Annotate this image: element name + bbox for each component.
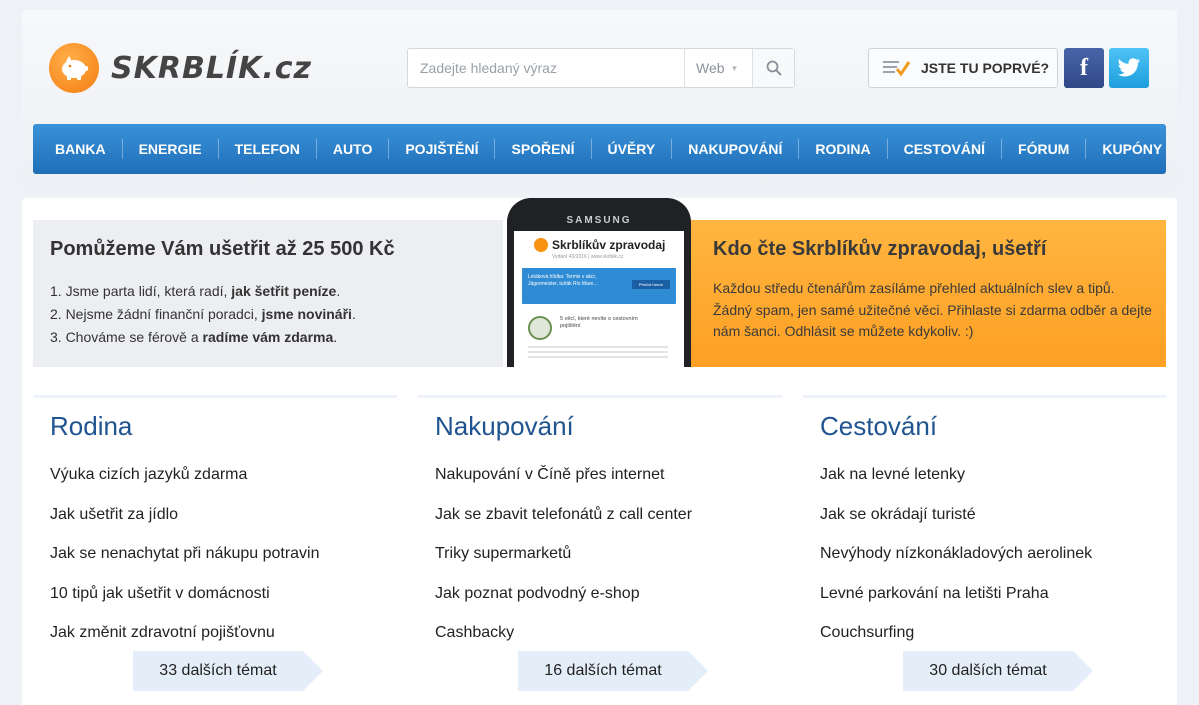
point-end: . bbox=[333, 329, 338, 345]
phone-mockup-image: SAMSUNG Skrblíkův zpravodaj Vydání 43/20… bbox=[507, 198, 691, 367]
twitter-icon bbox=[1117, 58, 1141, 77]
nav-item-auto[interactable]: AUTO bbox=[317, 139, 390, 159]
topic-link[interactable]: Levné parkování na letišti Praha bbox=[820, 574, 1167, 614]
search-icon bbox=[766, 60, 782, 76]
topic-list: Výuka cizích jazyků zdarma Jak ušetřit z… bbox=[50, 455, 397, 653]
topic-link[interactable]: Jak se okrádají turisté bbox=[820, 495, 1167, 535]
more-topics-button[interactable]: 33 dalších témat bbox=[133, 651, 323, 691]
list-item: 3. Chováme se férově a radíme vám zdarma… bbox=[50, 326, 356, 349]
newsletter-title: Skrblíkův zpravodaj bbox=[552, 238, 666, 252]
point-text: 1. Jsme parta lidí, která radí, bbox=[50, 283, 232, 299]
topic-link[interactable]: Jak na levné letenky bbox=[820, 455, 1167, 495]
point-bold: radíme vám zdarma bbox=[202, 329, 334, 345]
phone-brand: SAMSUNG bbox=[566, 215, 632, 226]
site-logo[interactable]: SKRBLÍK.cz bbox=[49, 43, 312, 93]
topic-link[interactable]: 10 tipů jak ušetřit v domácnosti bbox=[50, 574, 397, 614]
newsletter-promo-text: Každou středu čtenářům zasíláme přehled … bbox=[713, 280, 1152, 339]
topic-link[interactable]: Nevýhody nízkonákladových aerolinek bbox=[820, 534, 1167, 574]
checklist-icon bbox=[883, 61, 911, 77]
topic-list: Nakupování v Číně přes internet Jak se z… bbox=[435, 455, 782, 653]
topic-link[interactable]: Cashbacky bbox=[435, 613, 782, 653]
point-end: . bbox=[336, 283, 341, 299]
topic-link[interactable]: Jak poznat podvodný e-shop bbox=[435, 574, 782, 614]
twitter-button[interactable] bbox=[1109, 48, 1149, 88]
arrow-right-icon bbox=[1073, 651, 1093, 691]
main-nav: BANKA ENERGIE TELEFON AUTO POJIŠTĚNÍ SPO… bbox=[33, 124, 1166, 174]
list-item: 2. Nejsme žádní finanční poradci, jsme n… bbox=[50, 303, 356, 326]
newsletter-item: 5 věcí, které nevíte o cestovním pojiště… bbox=[528, 316, 684, 340]
piggy-bank-icon bbox=[534, 238, 548, 252]
topic-link[interactable]: Triky supermarketů bbox=[435, 534, 782, 574]
newsletter-subtitle: Vydání 43/2016 | www.skrblik.cz bbox=[552, 254, 624, 260]
more-topics-label: 30 dalších témat bbox=[903, 651, 1073, 691]
newsletter-item-text: 5 věcí, které nevíte o cestovním pojiště… bbox=[560, 316, 638, 329]
newsletter-promo-title: Kdo čte Skrblíkův zpravodaj, ušetří bbox=[713, 238, 1047, 260]
nav-item-uvery[interactable]: ÚVĚRY bbox=[592, 139, 673, 159]
point-end: . bbox=[351, 306, 356, 322]
nav-item-energie[interactable]: ENERGIE bbox=[123, 139, 219, 159]
search-scope-label: Web bbox=[696, 60, 725, 76]
savings-promo: Pomůžeme Vám ušetřit až 25 500 Kč 1. Jsm… bbox=[33, 220, 503, 367]
category-title[interactable]: Rodina bbox=[50, 411, 397, 442]
point-bold: jsme novináři bbox=[261, 306, 352, 322]
topic-link[interactable]: Jak ušetřit za jídlo bbox=[50, 495, 397, 535]
globe-icon bbox=[528, 316, 552, 340]
topic-link[interactable]: Výuka cizích jazyků zdarma bbox=[50, 455, 397, 495]
nav-item-cestovani[interactable]: CESTOVÁNÍ bbox=[888, 139, 1003, 159]
topic-link[interactable]: Couchsurfing bbox=[820, 613, 1167, 653]
newsletter-promo[interactable]: Kdo čte Skrblíkův zpravodaj, ušetří Každ… bbox=[687, 220, 1166, 367]
savings-points-list: 1. Jsme parta lidí, která radí, jak šetř… bbox=[50, 280, 356, 349]
point-text: 2. Nejsme žádní finanční poradci, bbox=[50, 306, 262, 322]
search-button[interactable] bbox=[752, 49, 794, 87]
topic-link[interactable]: Jak se zbavit telefonátů z call center bbox=[435, 495, 782, 535]
nav-item-forum[interactable]: FÓRUM bbox=[1002, 139, 1087, 159]
category-rodina: Rodina Výuka cizích jazyků zdarma Jak uš… bbox=[33, 395, 397, 695]
arrow-right-icon bbox=[303, 651, 323, 691]
arrow-right-icon bbox=[688, 651, 708, 691]
category-cestovani: Cestování Jak na levné letenky Jak se ok… bbox=[803, 395, 1167, 695]
text-lines bbox=[528, 346, 684, 358]
logo-text: SKRBLÍK.cz bbox=[111, 50, 312, 86]
topic-link[interactable]: Jak změnit zdravotní pojišťovnu bbox=[50, 613, 397, 653]
newsletter-banner: Letáková hlídka: Termix v akci, Jägermei… bbox=[522, 268, 676, 304]
savings-promo-title: Pomůžeme Vám ušetřit až 25 500 Kč bbox=[50, 238, 395, 260]
more-topics-button[interactable]: 30 dalších témat bbox=[903, 651, 1093, 691]
piggy-bank-icon bbox=[49, 43, 99, 93]
nav-item-telefon[interactable]: TELEFON bbox=[219, 139, 317, 159]
point-text: 3. Chováme se férově a bbox=[50, 329, 203, 345]
nav-item-pojisteni[interactable]: POJIŠTĚNÍ bbox=[389, 139, 496, 159]
first-visit-button[interactable]: JSTE TU POPRVÉ? bbox=[868, 48, 1058, 88]
facebook-icon: f bbox=[1080, 54, 1088, 81]
first-visit-label: JSTE TU POPRVÉ? bbox=[921, 60, 1050, 76]
search-input[interactable] bbox=[408, 49, 684, 87]
more-topics-label: 33 dalších témat bbox=[133, 651, 303, 691]
topic-list: Jak na levné letenky Jak se okrádají tur… bbox=[820, 455, 1167, 653]
list-item: 1. Jsme parta lidí, která radí, jak šetř… bbox=[50, 280, 356, 303]
newsletter-header: Skrblíkův zpravodaj bbox=[514, 231, 684, 252]
nav-item-sporeni[interactable]: SPOŘENÍ bbox=[495, 139, 592, 159]
banner-text: Letáková hlídka: Termix v akci, Jägermei… bbox=[528, 274, 599, 287]
category-nakupovani: Nakupování Nakupování v Číně přes intern… bbox=[418, 395, 782, 695]
site-header: SKRBLÍK.cz Web ▼ JSTE TU POPRVÉ? f bbox=[22, 10, 1177, 186]
category-title[interactable]: Nakupování bbox=[435, 411, 782, 442]
phone-screen: Skrblíkův zpravodaj Vydání 43/2016 | www… bbox=[514, 231, 684, 367]
category-title[interactable]: Cestování bbox=[820, 411, 1167, 442]
topic-link[interactable]: Nakupování v Číně přes internet bbox=[435, 455, 782, 495]
nav-item-rodina[interactable]: RODINA bbox=[799, 139, 888, 159]
topic-link[interactable]: Jak se nenachytat při nákupu potravin bbox=[50, 534, 397, 574]
more-topics-button[interactable]: 16 dalších témat bbox=[518, 651, 708, 691]
more-topics-label: 16 dalších témat bbox=[518, 651, 688, 691]
search-scope-select[interactable]: Web ▼ bbox=[684, 49, 752, 87]
main-content: Pomůžeme Vám ušetřit až 25 500 Kč 1. Jsm… bbox=[22, 198, 1177, 705]
banner-button: Přečíst hlavní bbox=[632, 280, 670, 289]
nav-item-banka[interactable]: BANKA bbox=[39, 139, 123, 159]
nav-item-nakupovani[interactable]: NAKUPOVÁNÍ bbox=[672, 139, 800, 159]
facebook-button[interactable]: f bbox=[1064, 48, 1104, 88]
nav-item-kupony[interactable]: KUPÓNY bbox=[1086, 139, 1178, 159]
point-bold: jak šetřit peníze bbox=[231, 283, 337, 299]
search-box: Web ▼ bbox=[407, 48, 795, 88]
caret-down-icon: ▼ bbox=[730, 63, 739, 73]
